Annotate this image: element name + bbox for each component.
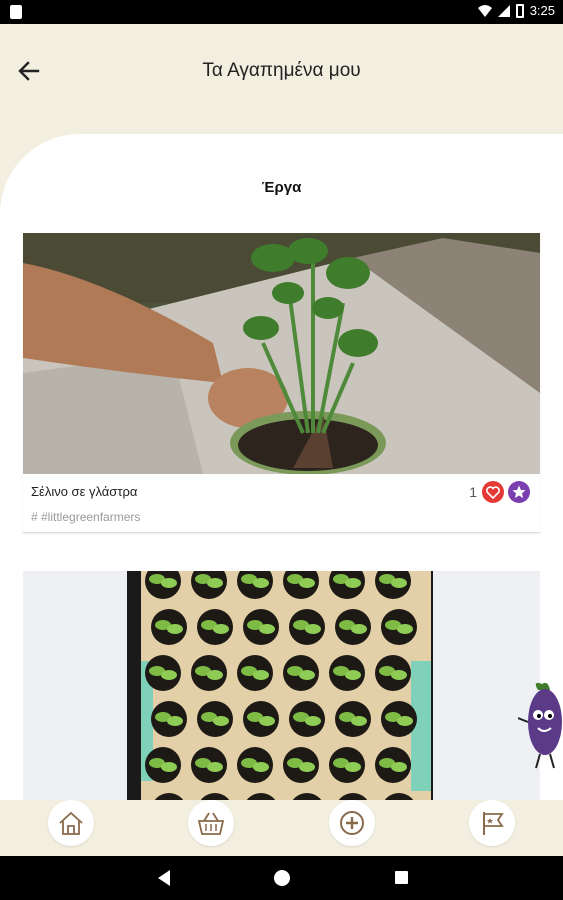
like-count: 1 [469, 484, 477, 500]
notification-icon [10, 5, 22, 19]
page-title: Τα Αγαπημένα μου [202, 60, 361, 81]
seedling-leaf [167, 716, 183, 726]
seedling-leaf [345, 762, 361, 772]
like-button[interactable] [482, 481, 504, 503]
seedling-leaf [351, 716, 367, 726]
section-title: Έργα [261, 179, 302, 196]
seedling-leaf [351, 624, 367, 634]
nav-basket-button[interactable] [188, 800, 234, 846]
status-time: 3:25 [529, 3, 555, 18]
seedling-leaf [259, 716, 275, 726]
app-bar: Τα Αγαπημένα μου [0, 24, 563, 132]
system-back-icon[interactable] [158, 870, 170, 886]
seedling-leaf [207, 670, 223, 680]
seedling-leaf [305, 716, 321, 726]
project-title: Σέλινο σε γλάστρα [31, 484, 138, 499]
seedling-leaf [345, 578, 361, 588]
seedling-leaf [299, 762, 315, 772]
seedling-leaf [305, 624, 321, 634]
seedling-leaf [253, 578, 269, 588]
seedling-leaf [207, 762, 223, 772]
wifi-icon [477, 4, 492, 17]
project-tag[interactable]: # #littlegreenfarmers [31, 510, 140, 524]
seedling-leaf [213, 716, 229, 726]
project-actions: 1 [469, 481, 530, 503]
seedling-leaf [213, 624, 229, 634]
bottom-navigation [0, 800, 563, 856]
seedling-leaf [253, 670, 269, 680]
seedling-leaf [161, 762, 177, 772]
basket-icon [197, 812, 225, 835]
project-card[interactable] [23, 571, 540, 820]
project-image[interactable] [23, 571, 540, 812]
system-recents-icon[interactable] [395, 871, 408, 884]
seedling-leaf [299, 578, 315, 588]
seedling-leaf [161, 670, 177, 680]
signal-icon [497, 4, 510, 17]
seedling-leaf [167, 624, 183, 634]
content-sheet: Έργα Σέλινο σε γλάστρα # #littlegreenfar… [0, 134, 563, 820]
star-icon [512, 485, 526, 498]
seedling-leaf [207, 578, 223, 588]
status-icons: 3:25 [477, 3, 555, 18]
seedling-leaf [161, 578, 177, 588]
seedling-leaf [253, 762, 269, 772]
seedling-leaf [397, 624, 413, 634]
home-icon [59, 811, 83, 835]
seedling-leaf [397, 716, 413, 726]
celery-photo [23, 233, 540, 474]
eggplant-mascot-icon[interactable] [518, 680, 563, 770]
seedling-leaf [391, 578, 407, 588]
nav-add-button[interactable] [329, 800, 375, 846]
nav-home-button[interactable] [48, 800, 94, 846]
favorite-button[interactable] [508, 481, 530, 503]
project-card[interactable]: Σέλινο σε γλάστρα # #littlegreenfarmers … [23, 233, 540, 533]
seedling-leaf [391, 670, 407, 680]
status-bar: 3:25 [0, 0, 563, 24]
battery-icon [515, 3, 524, 18]
system-navigation-bar [0, 856, 563, 900]
heart-icon [486, 485, 500, 499]
seedling-leaf [391, 762, 407, 772]
project-image[interactable] [23, 233, 540, 474]
seedlings-photo [23, 571, 540, 812]
add-circle-icon [340, 811, 364, 835]
nav-flag-button[interactable] [469, 800, 515, 846]
seedling-leaf [345, 670, 361, 680]
seedling-leaf [259, 624, 275, 634]
seedling-leaf [299, 670, 315, 680]
system-home-icon[interactable] [274, 870, 290, 886]
flag-icon [483, 812, 504, 835]
